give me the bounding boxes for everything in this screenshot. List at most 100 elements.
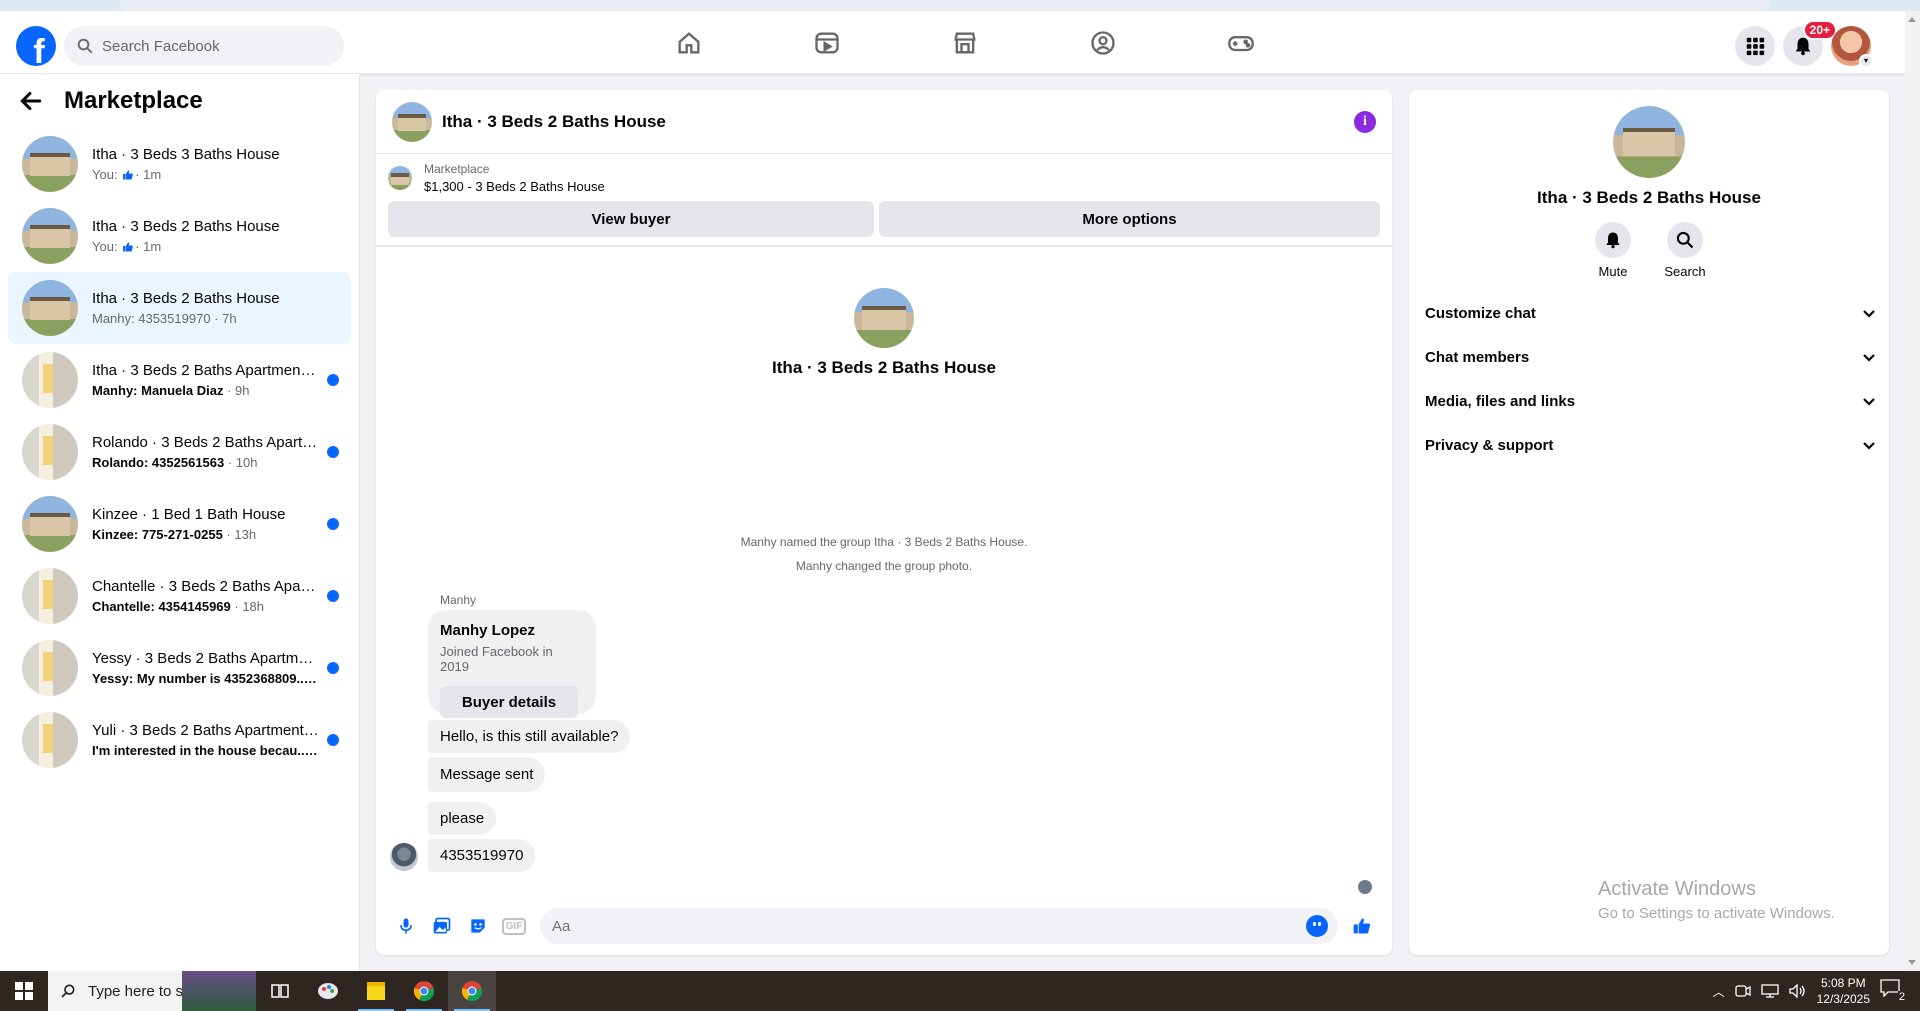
- details-photo[interactable]: [1613, 106, 1685, 178]
- network-icon[interactable]: [1760, 984, 1779, 998]
- conversation-item[interactable]: Yuli · 3 Beds 2 Baths Apartment/... I'm i…: [8, 704, 351, 776]
- search-conversation-button[interactable]: Search: [1664, 222, 1706, 279]
- topbar-right: 20+ ▾: [1735, 20, 1873, 68]
- more-options-button[interactable]: More options: [879, 201, 1380, 237]
- nav-marketplace[interactable]: [896, 11, 1034, 74]
- send-like-button[interactable]: [1344, 908, 1380, 944]
- notifications-button[interactable]: 20+: [1783, 20, 1837, 66]
- facebook-logo[interactable]: f: [16, 26, 56, 66]
- message-bubble[interactable]: Hello, is this still available?: [428, 720, 631, 753]
- buyer-joined: Joined Facebook in 2019: [440, 644, 553, 674]
- group-photo: [854, 288, 914, 348]
- conversation-item[interactable]: Rolando · 3 Beds 2 Baths Apartm... Roland…: [8, 416, 351, 488]
- voice-clip-button[interactable]: [388, 908, 424, 944]
- view-buyer-button[interactable]: View buyer: [388, 201, 874, 237]
- preview-text: Rolando: 4352561563: [92, 455, 225, 470]
- listing-label: Marketplace: [424, 162, 490, 176]
- conversation-preview: I'm interested in the house becau... · 2…: [92, 743, 319, 758]
- chat-window: Itha · 3 Beds 2 Baths House i Marketplac…: [376, 90, 1392, 955]
- chevron-down-icon: [1863, 354, 1875, 362]
- message-input[interactable]: [552, 917, 1306, 935]
- listing-thumbnail[interactable]: [388, 166, 412, 190]
- conversation-preview: Rolando: 4352561563 · 10h: [92, 455, 319, 470]
- emoji-icon[interactable]: [1306, 915, 1328, 937]
- start-button[interactable]: [0, 971, 48, 1011]
- section-label: Customize chat: [1425, 304, 1536, 322]
- chat-title[interactable]: Itha · 3 Beds 2 Baths House: [442, 112, 1354, 132]
- attach-photo-button[interactable]: [424, 908, 460, 944]
- listing-banner: Marketplace $1,300 - 3 Beds 2 Baths Hous…: [376, 154, 1392, 247]
- section-media-files-links[interactable]: Media, files and links: [1425, 379, 1877, 423]
- nav-video[interactable]: [758, 11, 896, 74]
- conversation-title: Chantelle · 3 Beds 2 Baths Apart...: [92, 578, 319, 595]
- message-bubble[interactable]: 4353519970: [428, 839, 536, 872]
- marketplace-icon: [954, 32, 976, 53]
- page-scrollbar[interactable]: [1905, 11, 1920, 971]
- message-bubble[interactable]: please: [428, 802, 497, 835]
- scroll-down-icon[interactable]: [1908, 960, 1916, 965]
- taskbar-search[interactable]: Type here to search: [48, 971, 256, 1011]
- details-actions: Mute Search: [1409, 222, 1889, 279]
- conversation-item[interactable]: Itha · 3 Beds 2 Baths House Manhy: 435351…: [8, 272, 351, 344]
- preview-time: · 1m: [135, 167, 162, 182]
- conversation-item[interactable]: Kinzee · 1 Bed 1 Bath House Kinzee: 775-2…: [8, 488, 351, 560]
- unread-dot: [327, 446, 339, 458]
- preview-text: Chantelle: 4354145969: [92, 599, 231, 614]
- account-avatar[interactable]: ▾: [1831, 26, 1873, 68]
- conversation-preview: You: · 1m: [92, 167, 339, 182]
- listing-price[interactable]: $1,300 - 3 Beds 2 Baths House: [424, 179, 605, 194]
- conversation-title: Itha · 3 Beds 3 Baths House: [92, 146, 280, 163]
- sender-name: Manhy: [440, 593, 477, 607]
- taskbar-sticky-notes[interactable]: [352, 971, 400, 1011]
- nav-gaming[interactable]: [1172, 11, 1310, 74]
- group-name: Itha · 3 Beds 2 Baths House: [772, 358, 996, 377]
- taskbar-chrome[interactable]: [400, 971, 448, 1011]
- unread-dot: [327, 374, 339, 386]
- sender-avatar[interactable]: [390, 843, 418, 871]
- search-input[interactable]: [102, 37, 322, 55]
- taskbar-chrome-profile[interactable]: [448, 971, 496, 1011]
- search-facebook[interactable]: [64, 26, 344, 66]
- chevron-up-icon[interactable]: ︿: [1713, 983, 1725, 1000]
- conversation-preview: Manhy: 4353519970 · 7h: [92, 311, 339, 326]
- listing-thumbnail: [22, 136, 78, 192]
- chevron-down-icon: [1863, 398, 1875, 406]
- section-customize-chat[interactable]: Customize chat: [1425, 291, 1877, 335]
- taskbar-paint-app[interactable]: [304, 971, 352, 1011]
- chat-thumbnail[interactable]: [392, 101, 432, 142]
- message-bubble[interactable]: Message sent: [428, 757, 546, 792]
- listing-thumbnail: [22, 640, 78, 696]
- clock[interactable]: 5:08 PM 12/3/2025: [1817, 975, 1870, 1007]
- listing-thumbnail: [22, 712, 78, 768]
- meet-now-icon[interactable]: [1734, 984, 1751, 998]
- buyer-name: Manhy Lopez: [440, 622, 536, 639]
- address-bar-edge: [120, 0, 1770, 11]
- nav-home[interactable]: [620, 11, 758, 74]
- conversation-item[interactable]: Yessy · 3 Beds 2 Baths Apartmen... Yessy:…: [8, 632, 351, 704]
- mute-button[interactable]: Mute: [1595, 222, 1631, 279]
- system-message: Manhy changed the group photo.: [795, 559, 973, 573]
- gif-button[interactable]: GIF: [496, 908, 532, 944]
- conversation-item[interactable]: Itha · 3 Beds 3 Baths House You: · 1m: [8, 128, 351, 200]
- chrome-icon: [413, 981, 435, 1002]
- section-chat-members[interactable]: Chat members: [1425, 335, 1877, 379]
- volume-icon[interactable]: [1788, 984, 1807, 998]
- action-center-button[interactable]: 2: [1880, 979, 1908, 1003]
- task-view-button[interactable]: [256, 971, 304, 1011]
- chat-header: Itha · 3 Beds 2 Baths House i: [376, 90, 1392, 154]
- message-input-box[interactable]: [540, 908, 1338, 944]
- menu-button[interactable]: [1735, 26, 1775, 66]
- sticker-button[interactable]: [460, 908, 496, 944]
- conversation-item[interactable]: Itha · 3 Beds 2 Baths Apartment/... Manhy…: [8, 344, 351, 416]
- buyer-details-button[interactable]: Buyer details: [440, 686, 578, 718]
- marketplace-inbox: Marketplace Itha · 3 Beds 3 Baths House Y…: [0, 74, 360, 971]
- scroll-up-icon[interactable]: [1908, 17, 1916, 22]
- back-arrow-icon[interactable]: [18, 88, 44, 114]
- nav-groups[interactable]: [1034, 11, 1172, 74]
- info-icon[interactable]: i: [1354, 110, 1376, 133]
- preview-text: Manhy: Manuela Diaz: [92, 383, 224, 398]
- conversation-item[interactable]: Chantelle · 3 Beds 2 Baths Apart... Chant…: [8, 560, 351, 632]
- conversation-item[interactable]: Itha · 3 Beds 2 Baths House You: · 1m: [8, 200, 351, 272]
- conversation-title: Kinzee · 1 Bed 1 Bath House: [92, 506, 286, 523]
- section-privacy-support[interactable]: Privacy & support: [1425, 423, 1877, 467]
